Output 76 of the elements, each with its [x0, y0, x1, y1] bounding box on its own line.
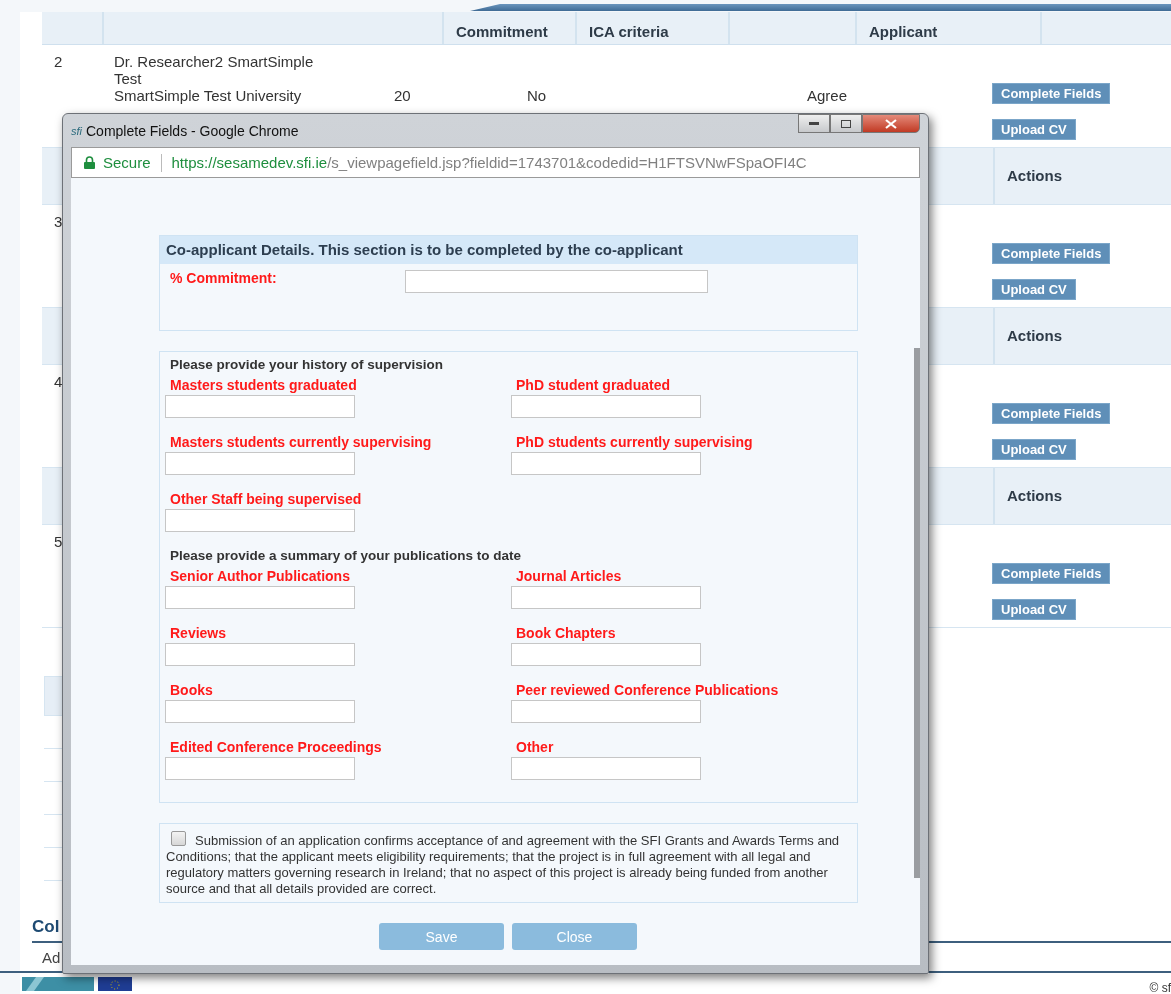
field-label: Edited Conference Proceedings: [169, 739, 383, 757]
input-field[interactable]: [511, 700, 701, 723]
table-cell: 20: [394, 87, 411, 104]
lock-icon: [84, 156, 95, 169]
action-button[interactable]: Complete Fields: [992, 403, 1111, 424]
column-header: Commitment: [456, 23, 548, 40]
input-field[interactable]: [165, 509, 355, 532]
table-cell: Agree: [807, 87, 848, 104]
agreement-checkbox[interactable]: [171, 831, 186, 846]
action-button[interactable]: Complete Fields: [992, 563, 1111, 584]
input-field[interactable]: [165, 757, 355, 780]
field-label: Masters students currently supervising: [169, 434, 433, 452]
input-field[interactable]: [165, 452, 355, 475]
agreement-text: Submission of an application confirms acceptance of and agreement with the SFI Grants and Awards Terms and Conditions; that the applicant meets eligibility requirements; that the project is in full agreement with all legal and regulatory matters governing research in Ireland; that no aspect of this project is already being funded from another source and that all details provided are correct.: [166, 831, 841, 897]
minimize-button[interactable]: [798, 114, 830, 133]
logo-icon: [22, 977, 94, 991]
column-header: Actions: [993, 468, 1062, 524]
section-subtitle: Please provide a summary of your publications to date: [169, 548, 523, 565]
field-label: Other Staff being supervised: [169, 491, 363, 509]
table-cell: 5: [54, 533, 63, 550]
field-label: Masters students graduated: [169, 377, 358, 395]
field-label: Other: [515, 739, 555, 757]
field-label: PhD student graduated: [515, 377, 671, 395]
field-label: Books: [169, 682, 214, 700]
column-header: Actions: [993, 148, 1062, 204]
field-label: Senior Author Publications: [169, 568, 351, 586]
tab[interactable]: Ad: [32, 948, 61, 966]
input-field[interactable]: [511, 643, 701, 666]
address-bar[interactable]: Secure https://sesamedev.sfi.ie/s_viewpagefield.jsp?fieldid=1743701&codedid=H1FTSVNwFSpaOFI4C: [71, 147, 920, 178]
input-field[interactable]: [165, 395, 355, 418]
input-field[interactable]: [165, 586, 355, 609]
column-header: ICA criteria: [589, 23, 669, 40]
input-field[interactable]: [511, 395, 701, 418]
table-cell: 2: [54, 53, 63, 70]
input-field[interactable]: [511, 586, 701, 609]
table-cell-text: Dr. Researcher2 SmartSimple Test: [114, 53, 315, 87]
input-field[interactable]: [165, 643, 355, 666]
table-cell: 3: [54, 213, 63, 230]
maximize-icon: [841, 119, 851, 128]
column-header: Applicant: [869, 23, 938, 40]
field-label: Journal Articles: [515, 568, 623, 586]
minimize-icon: [809, 121, 819, 126]
window-title: Complete Fields - Google Chrome: [86, 122, 299, 139]
form-section-title: Co-applicant Details. This section is to be completed by the co-applicant: [160, 236, 857, 264]
action-button[interactable]: Upload CV: [992, 599, 1076, 620]
maximize-button[interactable]: [830, 114, 862, 133]
input-field[interactable]: [511, 452, 701, 475]
close-button[interactable]: [862, 114, 920, 133]
input-field[interactable]: [511, 757, 701, 780]
field-label: Peer reviewed Conference Publications: [515, 682, 780, 700]
action-button[interactable]: Complete Fields: [992, 243, 1111, 264]
table-cell: No: [527, 87, 547, 104]
field-label: Book Chapters: [515, 625, 617, 643]
field-label: PhD students currently supervising: [515, 434, 754, 452]
flag-icon: [98, 977, 132, 991]
close-icon: [885, 118, 897, 129]
action-button[interactable]: Upload CV: [992, 119, 1076, 140]
secure-label: Secure: [103, 154, 151, 171]
column-header: Actions: [993, 308, 1062, 364]
input-field[interactable]: [405, 270, 708, 293]
table-cell-text: SmartSimple Test University: [114, 87, 303, 104]
action-button[interactable]: Complete Fields: [992, 83, 1111, 104]
table-cell: 4: [54, 373, 63, 390]
dialog-button[interactable]: Save: [379, 923, 504, 950]
field-label: Reviews: [169, 625, 228, 643]
app-icon: sfi: [71, 124, 82, 137]
field-label: % Commitment:: [170, 270, 278, 288]
scrollbar[interactable]: [914, 348, 920, 878]
input-field[interactable]: [165, 700, 355, 723]
dialog-button[interactable]: Close: [512, 923, 637, 950]
section-heading: Col: [32, 917, 60, 936]
action-button[interactable]: Upload CV: [992, 279, 1076, 300]
copyright-text: © sf: [1149, 981, 1171, 994]
url-text: https://sesamedev.sfi.ie/s_viewpagefield.jsp?fieldid=1743701&codedid=H1FTSVNwFSpaOFI4C: [171, 154, 807, 171]
section-subtitle: Please provide your history of supervision: [169, 357, 445, 374]
action-button[interactable]: Upload CV: [992, 439, 1076, 460]
